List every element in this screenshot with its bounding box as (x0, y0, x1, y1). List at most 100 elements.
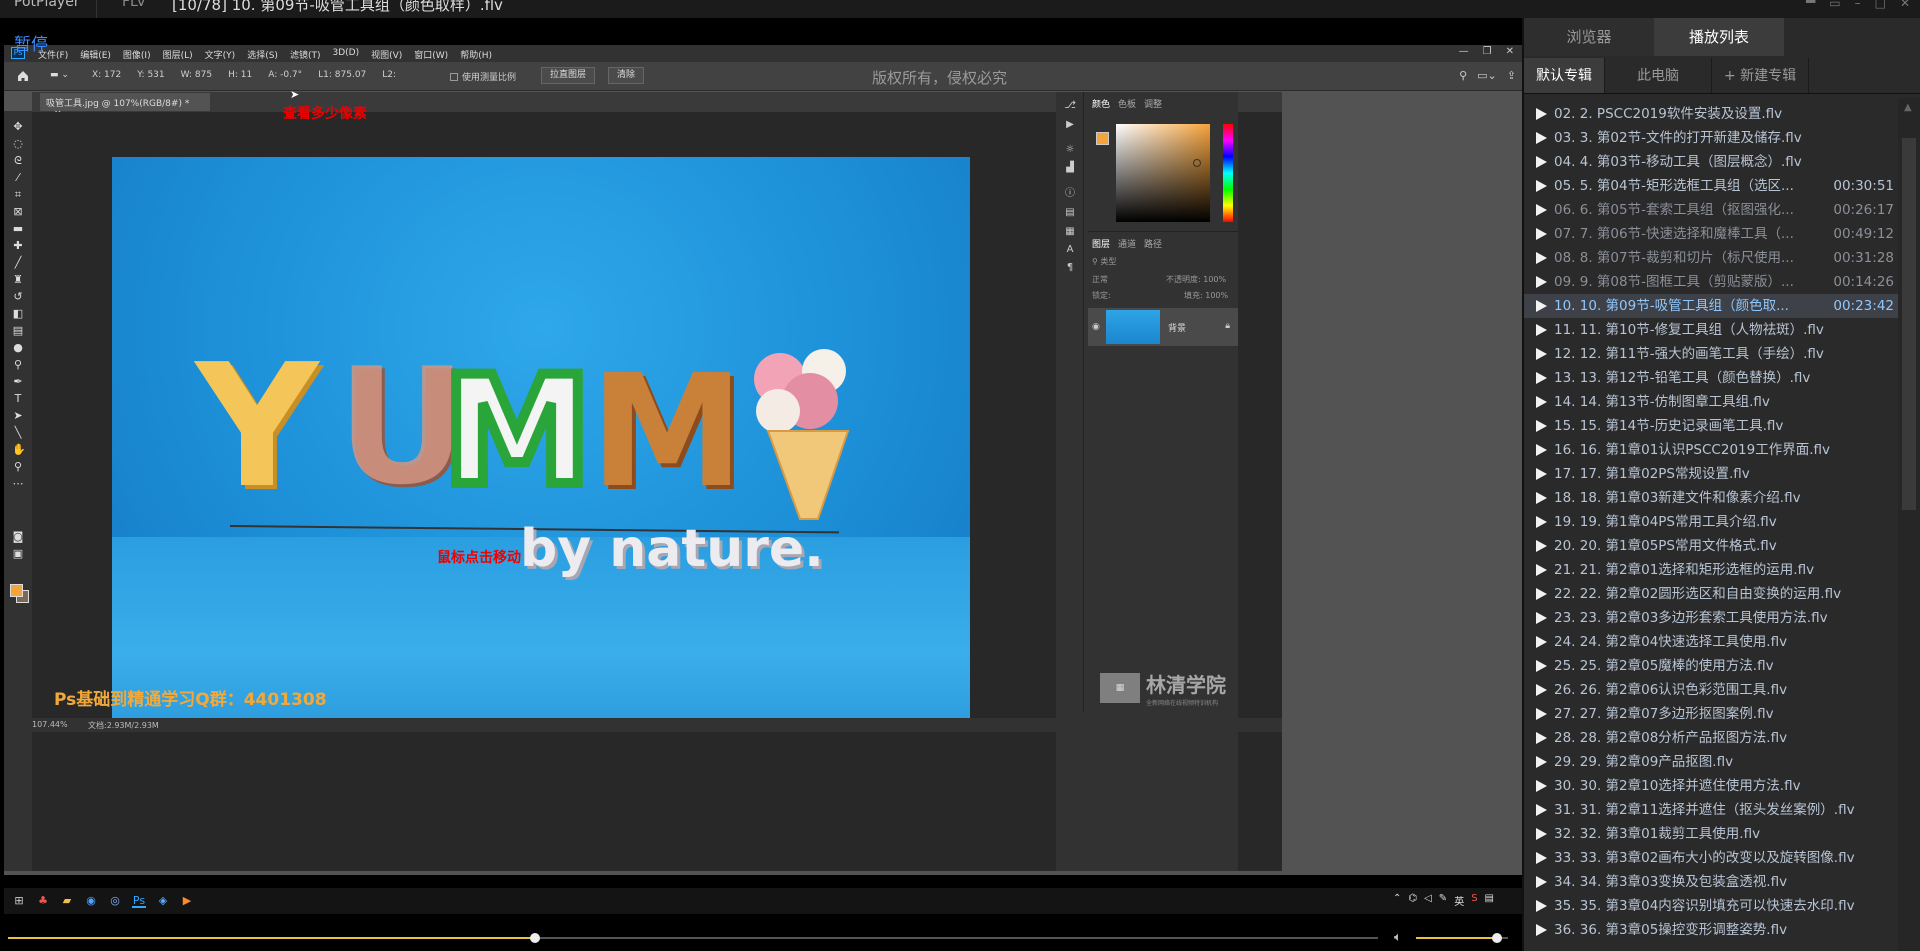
playlist-item[interactable]: 09. 9. 第08节-图框工具（剪贴蒙版）... 00:14:26 (1524, 270, 1900, 294)
ps-menu-item[interactable]: 帮助(H) (460, 48, 492, 61)
app-icon-2[interactable]: ◎ (108, 894, 122, 908)
playlist-item[interactable]: 35. 35. 第3章04内容识别填充可以快速去水印.flv (1524, 894, 1900, 918)
straighten-layer-button[interactable]: 拉直图层 (541, 67, 596, 84)
clear-button[interactable]: 清除 (608, 67, 645, 84)
close-icon[interactable]: ✕ (1900, 0, 1910, 10)
minimize-icon[interactable]: — (1459, 46, 1469, 57)
ruler-tool-preset[interactable]: ▬ ⌄ (50, 70, 69, 80)
playlist-item[interactable]: 36. 36. 第3章05操控变形调整姿势.flv (1524, 918, 1900, 942)
playlist-item[interactable]: 12. 12. 第11节-强大的画笔工具（手绘）.flv (1524, 342, 1900, 366)
playlist-item[interactable]: 13. 13. 第12节-铅笔工具（颜色替换）.flv (1524, 366, 1900, 390)
crop-tool-icon[interactable]: ⌗ (12, 189, 24, 201)
color-field[interactable] (1116, 124, 1210, 222)
tab-color[interactable]: 颜色 (1092, 97, 1110, 110)
app-icon-4[interactable]: ▶ (180, 894, 194, 908)
move-tool-icon[interactable]: ✥ (12, 121, 24, 133)
tab-swatches[interactable]: 色板 (1118, 97, 1136, 110)
playlist-item[interactable]: 04. 4. 第03节-移动工具（图层概念）.flv (1524, 150, 1900, 174)
tab-this-pc[interactable]: 此电脑 (1605, 58, 1712, 93)
playlist-item[interactable]: 02. 2. PSCC2019软件安装及设置.flv (1524, 102, 1900, 126)
ps-menu-item[interactable]: 3D(D) (332, 48, 359, 61)
playlist-item[interactable]: 29. 29. 第2章09产品抠图.flv (1524, 750, 1900, 774)
playlist-item[interactable]: 22. 22. 第2章02圆形选区和自由变换的运用.flv (1524, 582, 1900, 606)
gradient-tool-icon[interactable]: ▤ (12, 325, 24, 337)
ps-menu-item[interactable]: 选择(S) (247, 48, 278, 61)
playlist-item[interactable]: 15. 15. 第14节-历史记录画笔工具.flv (1524, 414, 1900, 438)
browser-icon[interactable]: ◉ (84, 894, 98, 908)
playlist-item[interactable]: 34. 34. 第3章03变换及包装盒透视.flv (1524, 870, 1900, 894)
playlist-item[interactable]: 10. 10. 第09节-吸管工具组（颜色取... 00:23:42 (1524, 294, 1900, 318)
explorer-icon[interactable]: ▰ (60, 894, 74, 908)
search-icon[interactable]: ⚲ (1459, 69, 1467, 82)
eye-icon[interactable]: ◉ (1092, 322, 1100, 332)
minimize-icon[interactable]: – (1855, 0, 1861, 10)
playlist-item[interactable]: 24. 24. 第2章04快速选择工具使用.flv (1524, 630, 1900, 654)
playlist-item[interactable]: 19. 19. 第1章04PS常用工具介绍.flv (1524, 510, 1900, 534)
lock-icon[interactable]: 🔒︎ (1225, 321, 1230, 331)
volume-knob[interactable] (1491, 933, 1502, 943)
ps-menu-item[interactable]: 滤镜(T) (290, 48, 321, 61)
ps-menu-item[interactable]: 编辑(E) (80, 48, 111, 61)
yummy-image[interactable]: Y U M M by nature. 鼠标点击移动 (112, 157, 970, 729)
playlist-item[interactable]: 03. 3. 第02节-文件的打开新建及储存.flv (1524, 126, 1900, 150)
restore-icon[interactable]: ❐ (1483, 46, 1492, 57)
tab-layers[interactable]: 图层 (1092, 237, 1110, 250)
app-icon-1[interactable]: ♣ (36, 894, 50, 908)
ps-menu-item[interactable]: 文字(Y) (205, 48, 236, 61)
use-scale-checkbox[interactable]: 使用测量比例 (450, 70, 516, 83)
playlist-item[interactable]: 21. 21. 第2章01选择和矩形选框的运用.flv (1524, 558, 1900, 582)
playlist-item[interactable]: 05. 5. 第04节-矩形选框工具组（选区... 00:30:51 (1524, 174, 1900, 198)
tray-app-icon[interactable]: S (1471, 893, 1477, 908)
home-icon[interactable] (16, 69, 30, 83)
tab-playlist[interactable]: 播放列表 (1654, 18, 1784, 56)
playlist-item[interactable]: 23. 23. 第2章03多边形套索工具使用方法.flv (1524, 606, 1900, 630)
tab-adjustments[interactable]: 调整 (1144, 97, 1162, 110)
maximize-icon[interactable]: □ (1875, 0, 1886, 10)
opacity-field[interactable]: 不透明度: 100% (1166, 274, 1226, 285)
type-tool-icon[interactable]: T (12, 393, 24, 405)
path-select-icon[interactable]: ➤ (12, 410, 24, 422)
levels-icon[interactable]: ▟ (1064, 162, 1076, 174)
blur-tool-icon[interactable]: ● (12, 342, 24, 354)
share-icon[interactable]: ⇪ (1507, 69, 1516, 82)
close-icon[interactable]: ✕ (1506, 46, 1514, 57)
ps-menu-item[interactable]: 窗口(W) (414, 48, 448, 61)
playlist-item[interactable]: 30. 30. 第2章10选择并遮住使用方法.flv (1524, 774, 1900, 798)
character-icon[interactable]: A (1064, 244, 1076, 256)
playlist-item[interactable]: 31. 31. 第2章11选择并遮住（抠头发丝案例）.flv (1524, 798, 1900, 822)
playlist-item[interactable]: 06. 6. 第05节-套索工具组（抠图强化... 00:26:17 (1524, 198, 1900, 222)
tab-default-album[interactable]: 默认专辑 (1524, 58, 1605, 93)
screen-mode-icon[interactable]: ▣ (12, 548, 24, 560)
tab-channels[interactable]: 通道 (1118, 237, 1136, 250)
lasso-tool-icon[interactable]: ᘓ (12, 155, 24, 167)
playlist-scrollbar[interactable]: ▲ (1898, 98, 1920, 951)
document-tab[interactable]: 吸管工具.jpg @ 107%(RGB/8#) * × (40, 93, 210, 119)
blend-mode-select[interactable]: 正常 (1092, 274, 1108, 285)
line-tool-icon[interactable]: ╲ (12, 427, 24, 439)
hue-slider[interactable] (1223, 124, 1233, 222)
playlist-item[interactable]: 11. 11. 第10节-修复工具组（人物祛斑）.flv (1524, 318, 1900, 342)
color-panel-foreground[interactable] (1096, 132, 1109, 145)
volume-icon[interactable]: ◁ (1424, 893, 1432, 908)
paragraph-icon[interactable]: ¶ (1064, 262, 1076, 274)
playlist-item[interactable]: 14. 14. 第13节-仿制图章工具组.flv (1524, 390, 1900, 414)
actions-icon[interactable]: ▶ (1064, 119, 1076, 131)
ps-menu-item[interactable]: 图层(L) (163, 48, 193, 61)
app-icon-3[interactable]: ◈ (156, 894, 170, 908)
marquee-tool-icon[interactable]: ◌ (12, 138, 24, 150)
speaker-icon[interactable]: 🔈︎ (1394, 930, 1402, 945)
brightness-icon[interactable]: ☼ (1064, 144, 1076, 156)
playlist-item[interactable]: 28. 28. 第2章08分析产品抠图方法.flv (1524, 726, 1900, 750)
windows-start-icon[interactable]: ⊞ (12, 894, 26, 908)
new-album-button[interactable]: + 新建专辑 (1712, 58, 1810, 93)
playlist-item[interactable]: 07. 7. 第06节-快速选择和魔棒工具（... 00:49:12 (1524, 222, 1900, 246)
layer-row-background[interactable]: ◉ 背景 🔒︎ (1088, 308, 1238, 346)
chevron-up-icon[interactable]: ⌃ (1393, 893, 1401, 908)
history-icon[interactable]: ⎇ (1064, 100, 1076, 112)
scroll-up-icon[interactable]: ▲ (1904, 102, 1912, 113)
fill-field[interactable]: 填充: 100% (1184, 290, 1228, 301)
notification-icon[interactable]: ▤ (1485, 893, 1494, 908)
history-brush-icon[interactable]: ↺ (12, 291, 24, 303)
stamp-tool-icon[interactable]: ♜ (12, 274, 24, 286)
playlist-item[interactable]: 33. 33. 第3章02画布大小的改变以及旋转图像.flv (1524, 846, 1900, 870)
